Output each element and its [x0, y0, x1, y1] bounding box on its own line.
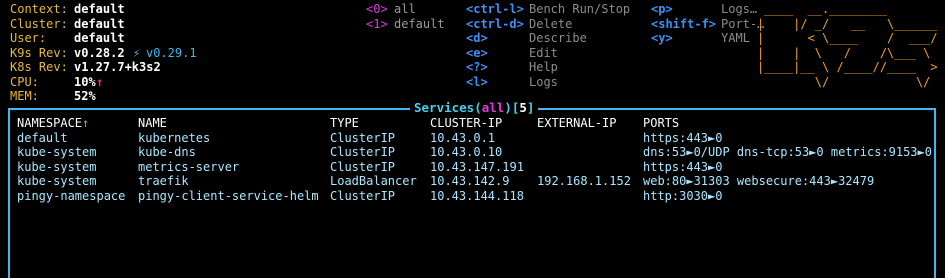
context-label: Context: [10, 2, 68, 16]
cell-cluster-ip: 10.43.0.10 [430, 145, 503, 159]
cell-ports: https:443►0 [643, 130, 723, 145]
cell-type: ClusterIP [330, 188, 396, 203]
cell-type: LoadBalancer [330, 174, 417, 188]
hotkey-describe-label[interactable]: Describe [529, 31, 587, 46]
hotkey-bench-label[interactable]: Bench Run/Stop [529, 2, 630, 17]
logo-line-6: \/ \/ [757, 75, 938, 89]
cell-namespace: pingy-namespace [17, 188, 126, 203]
namespace-key-1[interactable]: <1> [366, 17, 388, 32]
column-header-ports[interactable]: PORTS [643, 116, 679, 131]
cell-external-ip: 192.168.1.152 [537, 174, 631, 188]
logo-line-3: | < \____ / ___/ [757, 31, 938, 46]
cell-namespace: kube-system [17, 174, 97, 188]
cell-name: kubernetes [138, 130, 211, 145]
cell-namespace: kube-system [17, 159, 97, 174]
cell-name: metrics-server [138, 159, 240, 174]
upgrade-bolt-icon: ⚡ [133, 45, 141, 60]
k8s-rev-label: K8s Rev: [10, 60, 68, 74]
cpu-label: CPU: [10, 74, 39, 89]
hotkey-ctrl-l[interactable]: <ctrl-l> [466, 2, 524, 17]
cell-type: ClusterIP [330, 130, 396, 145]
cell-type: ClusterIP [330, 159, 396, 174]
hotkey-ctrl-d[interactable]: <ctrl-d> [466, 17, 524, 32]
mem-label: MEM: [10, 89, 39, 103]
column-header-external-ip[interactable]: EXTERNAL-IP [537, 116, 616, 131]
cell-type: ClusterIP [330, 145, 396, 159]
user-label: User: [10, 31, 47, 45]
sort-ascending-icon: ↑ [82, 116, 90, 130]
cell-cluster-ip: 10.43.0.1 [430, 130, 496, 145]
namespace-label-all[interactable]: all [394, 2, 416, 17]
hotkey-shift-f[interactable]: <shift-f> [651, 17, 716, 32]
hotkey-d[interactable]: <d> [466, 31, 488, 46]
k8s-rev-value: v1.27.7+k3s2 [74, 60, 161, 74]
cell-ports: dns:53►0/UDP dns-tcp:53►0 metrics:9153►0 [643, 145, 932, 159]
namespace-key-0[interactable]: <0> [366, 2, 388, 17]
column-header-name[interactable]: NAME [138, 116, 167, 131]
user-value: default [74, 31, 125, 45]
mem-value: 52% [74, 89, 96, 103]
hotkey-delete-label[interactable]: Delete [529, 17, 572, 32]
cell-name: kube-dns [138, 145, 196, 159]
context-value: default [74, 2, 125, 16]
hotkey-l[interactable]: <l> [466, 75, 488, 90]
cpu-value: 10% [74, 74, 96, 89]
hotkey-help-label[interactable]: Help [529, 60, 558, 75]
cluster-label: Cluster: [10, 16, 68, 31]
cell-cluster-ip: 10.43.142.9 [430, 174, 510, 188]
cell-namespace: default [17, 130, 68, 145]
column-header-namespace[interactable]: NAMESPACE↑ [17, 116, 89, 131]
cell-ports: http:3030►0 [643, 188, 723, 203]
resource-name: Services [414, 100, 475, 115]
hotkey-logs-previous-label[interactable]: Logs… [721, 2, 757, 17]
cluster-value: default [74, 16, 125, 31]
panel-title: Services(all)[5] [410, 100, 539, 116]
hotkey-logs-label[interactable]: Logs [529, 75, 558, 90]
hotkey-yaml-label[interactable]: YAML [721, 31, 750, 46]
cell-name: traefik [138, 174, 189, 188]
logo-line-1: ____ __.________ [757, 2, 938, 16]
namespace-filter: all [481, 100, 505, 115]
namespace-label-default[interactable]: default [394, 17, 445, 32]
cell-name: pingy-client-service-helm [138, 188, 319, 203]
column-header-cluster-ip[interactable]: CLUSTER-IP [430, 116, 502, 131]
logo-line-4: | | \ / /\___ \ [757, 45, 938, 60]
hotkey-help[interactable]: <?> [466, 60, 488, 75]
cell-namespace: kube-system [17, 145, 97, 159]
cell-ports: web:80►31303 websecure:443►32479 [643, 174, 875, 188]
k9s-upgrade-version: v0.29.1 [146, 45, 197, 60]
hotkey-edit-label[interactable]: Edit [529, 46, 558, 61]
cell-cluster-ip: 10.43.144.118 [430, 188, 524, 203]
column-header-type[interactable]: TYPE [330, 116, 359, 131]
cpu-up-arrow-icon: ↑ [96, 74, 104, 89]
hotkey-p[interactable]: <p> [651, 2, 673, 17]
logo-line-2: | |/ _/ __ \______ [757, 16, 938, 31]
k9s-rev-label: K9s Rev: [10, 45, 68, 60]
hotkey-y[interactable]: <y> [651, 31, 673, 46]
cell-ports: https:443►0 [643, 159, 723, 174]
logo-line-5: |____|__ \ /____//____ > [757, 60, 938, 75]
cell-cluster-ip: 10.43.147.191 [430, 159, 524, 174]
hotkey-e[interactable]: <e> [466, 46, 488, 61]
k9s-rev-value: v0.28.2 [74, 45, 125, 60]
resource-count: 5 [519, 100, 527, 115]
